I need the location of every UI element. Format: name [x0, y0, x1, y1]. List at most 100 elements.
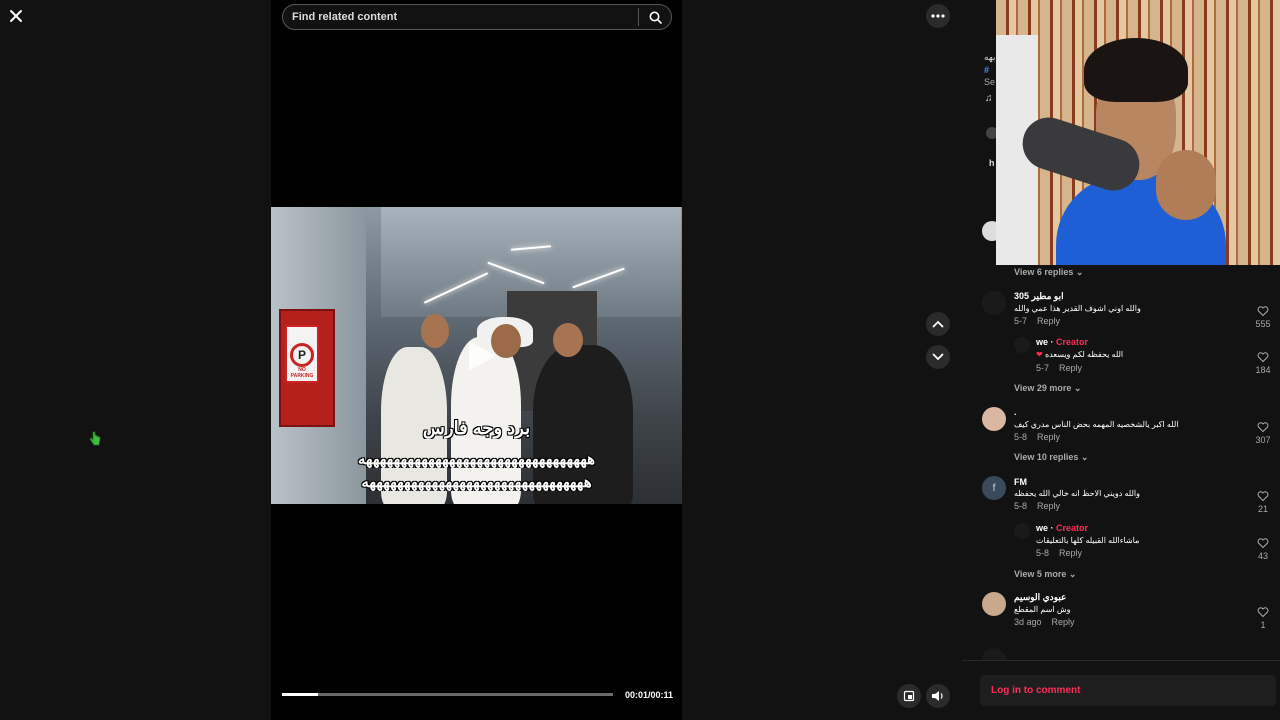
person-head [553, 323, 583, 357]
partial-text: بهه [984, 52, 996, 62]
avatar[interactable] [1014, 523, 1030, 539]
heart-icon[interactable] [1257, 351, 1269, 363]
search-icon [649, 11, 662, 24]
like-count: 184 [1255, 365, 1271, 375]
comment-text: ❤ الله يحفظه لكم ويسعده [1036, 350, 1123, 359]
chevron-down-icon: ⌄ [1080, 452, 1089, 462]
webcam-overlay [996, 0, 1280, 265]
login-to-comment-button[interactable]: Log in to comment [980, 675, 1276, 706]
chevron-down-icon: ⌄ [1073, 383, 1082, 393]
search-bar [282, 4, 672, 30]
creator-badge: Creator [1056, 523, 1089, 533]
progress-fill [282, 693, 319, 696]
avatar[interactable] [982, 592, 1006, 616]
heart-icon[interactable] [1257, 421, 1269, 433]
reply-button[interactable]: Reply [1037, 432, 1060, 442]
video-caption-line-1: برد وجه فارس [422, 418, 531, 438]
avatar[interactable] [982, 407, 1006, 431]
comment-username[interactable]: ابو مطير 305 [1014, 291, 1064, 302]
reply-username[interactable]: we · Creator [1036, 523, 1088, 533]
comment-meta: 5-7 Reply [1014, 316, 1060, 326]
creator-badge: Creator [1056, 337, 1089, 347]
chevron-down-icon: ⌄ [1068, 569, 1077, 579]
hand-cursor-icon [89, 431, 101, 446]
view-replies-label: View 6 replies [1014, 267, 1074, 277]
reply-user: we [1036, 523, 1049, 533]
close-button[interactable] [4, 4, 28, 28]
chevron-down-icon: ⌄ [1075, 267, 1084, 277]
comment-text: وش اسم المقطع [1014, 605, 1071, 614]
sign-text: NO PARKING [290, 367, 314, 379]
view-replies-label: View 10 replies [1014, 452, 1079, 462]
parking-symbol: P [290, 343, 314, 367]
comment-date: 3d ago [1014, 617, 1042, 627]
ellipsis-icon [931, 14, 945, 18]
no-parking-sign: P NO PARKING [285, 325, 319, 383]
comment-date: 5-7 [1036, 363, 1050, 373]
avatar[interactable] [1014, 337, 1030, 353]
more-options-button[interactable] [926, 4, 950, 28]
partial-hashtag: # [984, 65, 990, 75]
progress-bar[interactable] [282, 693, 613, 696]
comment-text: والله اوني اشوف القدير هذا عمي والله [1014, 304, 1141, 313]
previous-video-button[interactable] [926, 312, 950, 336]
reply-button[interactable]: Reply [1059, 363, 1082, 373]
comment-meta: 5-8 Reply [1014, 501, 1060, 511]
view-more-label: View 5 more [1014, 569, 1067, 579]
like-count: 21 [1257, 504, 1268, 514]
reply-user: we [1036, 337, 1049, 347]
close-icon [10, 10, 22, 22]
comment-meta: 3d ago Reply [1014, 617, 1075, 627]
avatar[interactable] [982, 291, 1006, 315]
comment-date: 5-7 [1014, 316, 1028, 326]
comment-username[interactable]: . [1014, 407, 1017, 417]
like-count: 307 [1255, 435, 1271, 445]
view-replies-button[interactable]: View 6 replies ⌄ [1014, 267, 1083, 278]
video-viewer: P NO PARKING برد وجه فارس هههههههههههههه… [0, 0, 1280, 720]
reply-button[interactable]: Reply [1059, 548, 1082, 558]
view-more-button[interactable]: View 29 more ⌄ [1014, 383, 1081, 394]
heart-emoji-icon: ❤ [1036, 350, 1043, 359]
heart-icon[interactable] [1257, 305, 1269, 317]
chevron-down-icon [932, 353, 944, 361]
reply-button[interactable]: Reply [1037, 316, 1060, 326]
video-caption-line-3: ههههههههههههههههههههههههههههههههه [361, 474, 592, 491]
comment-username[interactable]: FM [1014, 477, 1027, 487]
webcam-hand [1156, 150, 1216, 220]
comment-username[interactable]: عبودي الوسيم [1014, 592, 1066, 603]
heart-icon[interactable] [1257, 606, 1269, 618]
volume-icon [932, 691, 943, 701]
partial-text: Se [984, 77, 996, 87]
next-video-button[interactable] [926, 345, 950, 369]
comment-meta: 5-8 Reply [1014, 432, 1060, 442]
play-icon[interactable] [465, 338, 499, 374]
view-replies-button[interactable]: View 10 replies ⌄ [1014, 452, 1088, 463]
reply-button[interactable]: Reply [1037, 501, 1060, 511]
time-display: 00:01/00:11 [625, 690, 674, 700]
search-input[interactable] [292, 11, 638, 23]
reply-button[interactable]: Reply [1052, 617, 1075, 627]
like-count: 1 [1260, 620, 1266, 630]
comment-date: 5-8 [1014, 501, 1028, 511]
comment-date: 5-8 [1036, 548, 1050, 558]
heart-icon[interactable] [1257, 537, 1269, 549]
view-more-button[interactable]: View 5 more ⌄ [1014, 569, 1076, 580]
heart-icon[interactable] [1257, 490, 1269, 502]
divider [962, 660, 1280, 661]
comment-meta: 5-8 Reply [1036, 548, 1082, 558]
reply-text: الله يحفظه لكم ويسعده [1044, 350, 1124, 359]
view-more-label: View 29 more [1014, 383, 1072, 393]
reply-username[interactable]: we · Creator [1036, 337, 1088, 347]
avatar[interactable]: f [982, 476, 1006, 500]
comment-text: ماشاءالله القبيله كلها بالتعليقات [1036, 536, 1140, 545]
volume-button[interactable] [926, 684, 950, 708]
partial-text: h [989, 158, 995, 168]
comment-meta: 5-7 Reply [1036, 363, 1082, 373]
comment-text: الله اكبر يالشخصيه المهمه بحض الناس مدري… [1014, 420, 1179, 429]
pip-icon [903, 690, 915, 702]
chevron-up-icon [932, 320, 944, 328]
login-label: Log in to comment [991, 685, 1081, 696]
video-caption-line-2: هههههههههههههههههههههههههههههههههه [357, 451, 596, 468]
search-button[interactable] [639, 5, 671, 29]
picture-in-picture-button[interactable] [897, 684, 921, 708]
